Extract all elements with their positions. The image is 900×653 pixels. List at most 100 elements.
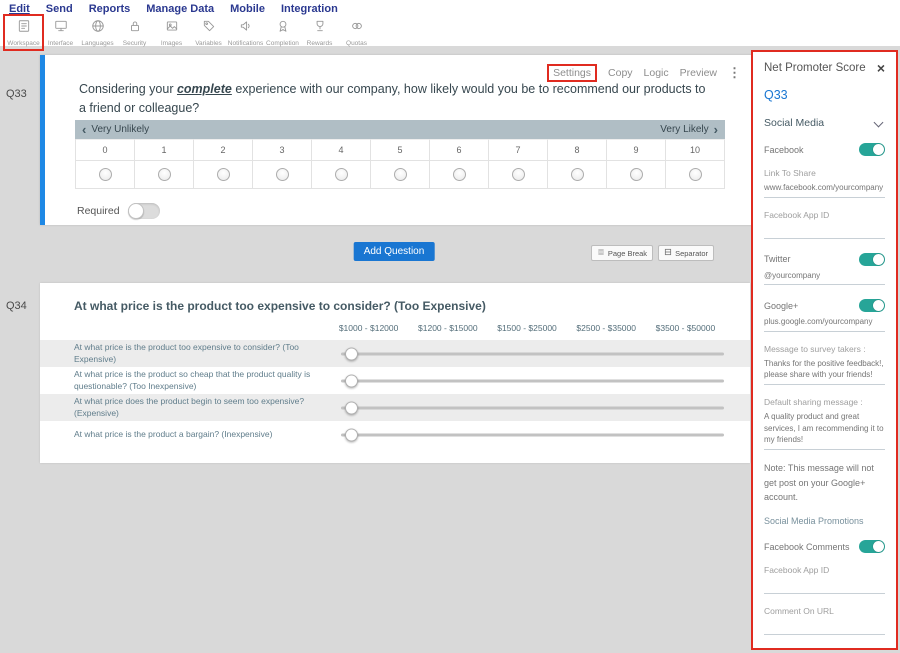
close-icon[interactable]: × (877, 61, 885, 75)
question-card-q34: At what price is the product too expensi… (40, 283, 750, 463)
nps-radio[interactable] (571, 168, 584, 181)
notifications-icon (239, 19, 253, 38)
toolbar-item-quotas[interactable]: Quotas (338, 16, 375, 49)
twitter-toggle[interactable] (859, 253, 885, 266)
nps-value-cell: 10 (666, 139, 725, 161)
nps-radio[interactable] (158, 168, 171, 181)
toolbar-item-completion[interactable]: Completion (264, 16, 301, 49)
table-row: At what price is the product a bargain? … (40, 421, 750, 448)
link-to-share-input[interactable]: www.facebook.com/yourcompany (764, 182, 885, 198)
facebook-comments-toggle[interactable] (859, 540, 885, 553)
quotas-icon (350, 19, 364, 38)
menu-send[interactable]: Send (46, 3, 73, 15)
menu-reports[interactable]: Reports (89, 3, 131, 15)
default-sharing-message-label: Default sharing message : (764, 397, 885, 407)
table-row: At what price does the product begin to … (40, 394, 750, 421)
toolbar-item-security[interactable]: Security (116, 16, 153, 49)
nps-radio-cell (76, 161, 135, 189)
nps-value-cell: 2 (194, 139, 253, 161)
nps-scale-header: ‹ Very Unlikely Very Likely › (75, 120, 725, 139)
price-slider-rows: At what price is the product too expensi… (40, 340, 750, 448)
nps-radio[interactable] (512, 168, 525, 181)
menu-mobile[interactable]: Mobile (230, 3, 265, 15)
price-slider[interactable] (341, 421, 724, 448)
google-plus-url-input[interactable]: plus.google.com/yourcompany (764, 316, 885, 332)
slider-handle[interactable] (345, 428, 358, 441)
nps-value-cell: 0 (76, 139, 135, 161)
toolbar-item-label: Quotas (346, 40, 367, 47)
insert-options: Page Break Separator (591, 245, 714, 261)
chevron-right-icon[interactable]: › (714, 123, 718, 136)
slider-track (341, 352, 724, 355)
nps-radio-cell (371, 161, 430, 189)
comment-on-url-input[interactable] (764, 620, 885, 635)
price-column: $1200 - $15000 (408, 323, 487, 333)
toolbar-item-notifications[interactable]: Notifications (227, 16, 264, 49)
menu-manage-data[interactable]: Manage Data (146, 3, 214, 15)
row-label: At what price is the product too expensi… (74, 342, 341, 365)
nps-radio[interactable] (689, 168, 702, 181)
toolbar-item-interface[interactable]: Interface (42, 16, 79, 49)
nps-radio[interactable] (394, 168, 407, 181)
required-label: Required (77, 205, 120, 217)
page-break-button[interactable]: Page Break (591, 245, 653, 261)
question-text-emphasis: complete (177, 82, 232, 96)
price-column: $1500 - $25000 (487, 323, 566, 333)
price-slider[interactable] (341, 340, 724, 367)
preview-button[interactable]: Preview (680, 67, 717, 79)
toolbar-item-variables[interactable]: Variables (190, 16, 227, 49)
social-media-section-header[interactable]: Social Media (764, 117, 885, 129)
slider-track (341, 406, 724, 409)
toolbar-item-images[interactable]: Images (153, 16, 190, 49)
facebook-app-id-input[interactable] (764, 224, 885, 239)
toolbar-item-label: Variables (195, 40, 222, 47)
required-row: Required (77, 203, 160, 219)
logic-button[interactable]: Logic (644, 67, 669, 79)
nps-value-cell: 8 (548, 139, 607, 161)
add-question-button[interactable]: Add Question (354, 242, 435, 261)
survey-takers-message-label: Message to survey takers : (764, 344, 885, 354)
question-number-q33: Q33 (6, 88, 27, 100)
toolbar-item-label: Security (123, 40, 146, 47)
separator-button[interactable]: Separator (658, 245, 714, 261)
facebook-app-id-label: Facebook App ID (764, 210, 885, 220)
price-column: $2500 - $35000 (567, 323, 646, 333)
nps-radio[interactable] (99, 168, 112, 181)
facebook-app-id-2-input[interactable] (764, 579, 885, 594)
nps-value-cell: 1 (135, 139, 194, 161)
page-break-icon (597, 248, 605, 258)
nps-radio[interactable] (217, 168, 230, 181)
required-toggle[interactable] (128, 203, 160, 219)
question-text: Considering your complete experience wit… (79, 80, 709, 118)
toolbar-item-label: Rewards (307, 40, 333, 47)
twitter-handle-input[interactable]: @yourcompany (764, 270, 885, 286)
copy-button[interactable]: Copy (608, 67, 633, 79)
toolbar-item-languages[interactable]: Languages (79, 16, 116, 49)
languages-icon (91, 19, 105, 38)
menu-edit[interactable]: Edit (9, 3, 30, 15)
more-menu-icon[interactable]: ⋮ (728, 65, 741, 81)
toolbar-item-rewards[interactable]: Rewards (301, 16, 338, 49)
chevron-left-icon[interactable]: ‹ (82, 123, 86, 136)
price-slider[interactable] (341, 394, 724, 421)
price-column-headers: $1000 - $12000 $1200 - $15000 $1500 - $2… (329, 323, 725, 333)
toolbar-item-workspace[interactable]: Workspace (5, 16, 42, 49)
price-slider[interactable] (341, 367, 724, 394)
promotions-heading: Social Media Promotions (764, 516, 885, 526)
embed-twitter-timeline-toggle[interactable] (859, 649, 885, 650)
survey-takers-message-input[interactable]: Thanks for the positive feedback!, pleas… (764, 358, 885, 385)
default-sharing-message-input[interactable]: A quality product and great services, I … (764, 411, 885, 450)
slider-handle[interactable] (345, 401, 358, 414)
slider-handle[interactable] (345, 374, 358, 387)
google-note: Note: This message will not get post on … (764, 461, 885, 506)
nps-radio[interactable] (335, 168, 348, 181)
slider-handle[interactable] (345, 347, 358, 360)
nps-radio[interactable] (630, 168, 643, 181)
nps-radio-cell (135, 161, 194, 189)
nps-radio[interactable] (453, 168, 466, 181)
nps-radio[interactable] (276, 168, 289, 181)
facebook-toggle[interactable] (859, 143, 885, 156)
google-plus-toggle[interactable] (859, 299, 885, 312)
menu-integration[interactable]: Integration (281, 3, 338, 15)
facebook-comments-label: Facebook Comments (764, 542, 850, 552)
